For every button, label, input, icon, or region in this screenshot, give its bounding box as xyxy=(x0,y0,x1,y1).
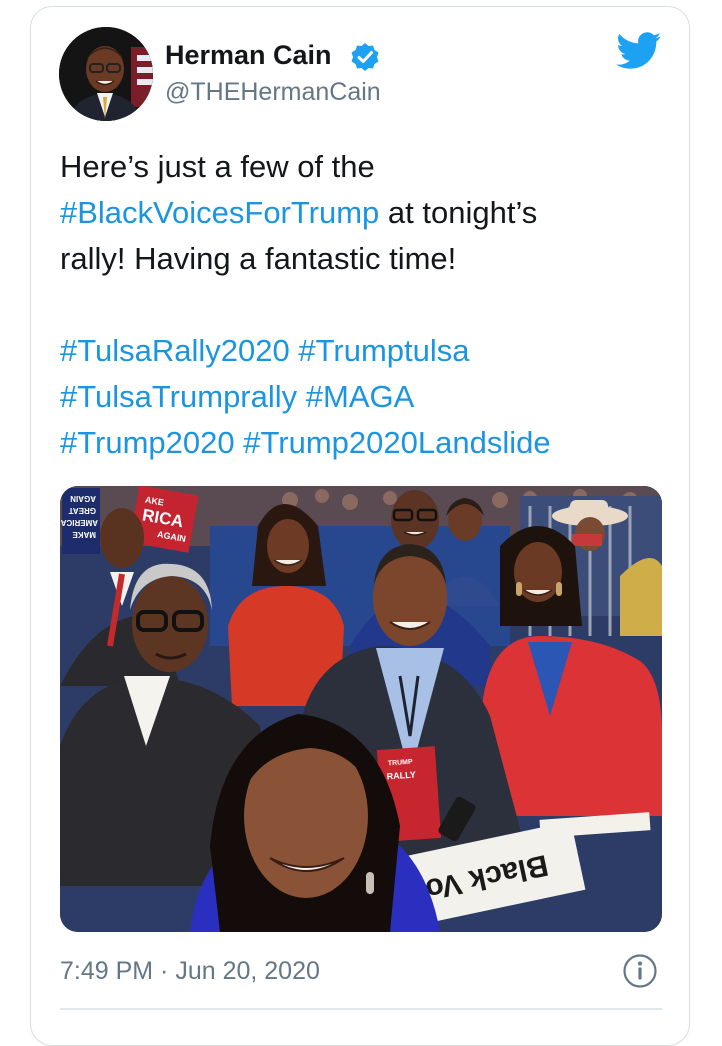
avatar-photo xyxy=(59,27,153,121)
sign-left-text: MAKE xyxy=(72,530,96,539)
twitter-bird-icon[interactable] xyxy=(616,32,662,70)
maga-sign-left: MAKE AMERICA GREAT AGAIN xyxy=(60,488,100,554)
tweet-text-line: #Trump2020 #Trump2020Landslide xyxy=(60,420,680,466)
rally-selfie-image: MAKE AMERICA GREAT AGAIN AKE RICA AGAIN xyxy=(60,486,662,932)
hashtag-link[interactable]: #Trump2020 xyxy=(60,425,235,460)
tweet-timestamp[interactable]: 7:49 PM · Jun 20, 2020 xyxy=(60,955,320,987)
sign-left-text: AMERICA xyxy=(60,518,98,527)
tweet-text: Here’s just a few of the #BlackVoicesForT… xyxy=(60,144,680,466)
tweet-text-segment xyxy=(235,425,244,460)
hashtag-link[interactable]: #Trumptulsa xyxy=(298,333,469,368)
tweet-text-line: Here’s just a few of the xyxy=(60,144,680,190)
hashtag-link[interactable]: #TulsaTrumprally xyxy=(60,379,297,414)
author-avatar[interactable] xyxy=(59,27,153,121)
hashtag-link[interactable]: #MAGA xyxy=(306,379,415,414)
tweet-text-line xyxy=(60,282,680,328)
tweet-text-line: #BlackVoicesForTrump at tonight’s xyxy=(60,190,680,236)
hashtag-link[interactable]: #Trump2020Landslide xyxy=(243,425,550,460)
author-handle[interactable]: @THEHermanCain xyxy=(165,76,381,108)
footer-divider xyxy=(60,1008,662,1010)
hashtag-link[interactable]: #BlackVoicesForTrump xyxy=(60,195,379,230)
hashtag-link[interactable]: #TulsaRally2020 xyxy=(60,333,290,368)
tweet-text-segment: at tonight’s xyxy=(379,195,538,230)
verified-badge-icon xyxy=(351,43,379,71)
sign-left-text: GREAT xyxy=(68,506,96,515)
tweet-text-segment: Here’s just a few of the xyxy=(60,149,375,184)
tweet-text-segment: rally! Having a fantastic time! xyxy=(60,241,457,276)
tweet-photo[interactable]: MAKE AMERICA GREAT AGAIN AKE RICA AGAIN xyxy=(60,486,662,932)
info-icon[interactable] xyxy=(622,953,658,989)
tweet-text-line: #TulsaTrumprally #MAGA xyxy=(60,374,680,420)
tweet-text-line: rally! Having a fantastic time! xyxy=(60,236,680,282)
booklet-text: RALLY xyxy=(386,769,416,781)
tweet-text-segment xyxy=(297,379,306,414)
sign-left-text: AGAIN xyxy=(70,494,96,503)
tweet-text-line: #TulsaRally2020 #Trumptulsa xyxy=(60,328,680,374)
author-name[interactable]: Herman Cain xyxy=(165,38,332,72)
